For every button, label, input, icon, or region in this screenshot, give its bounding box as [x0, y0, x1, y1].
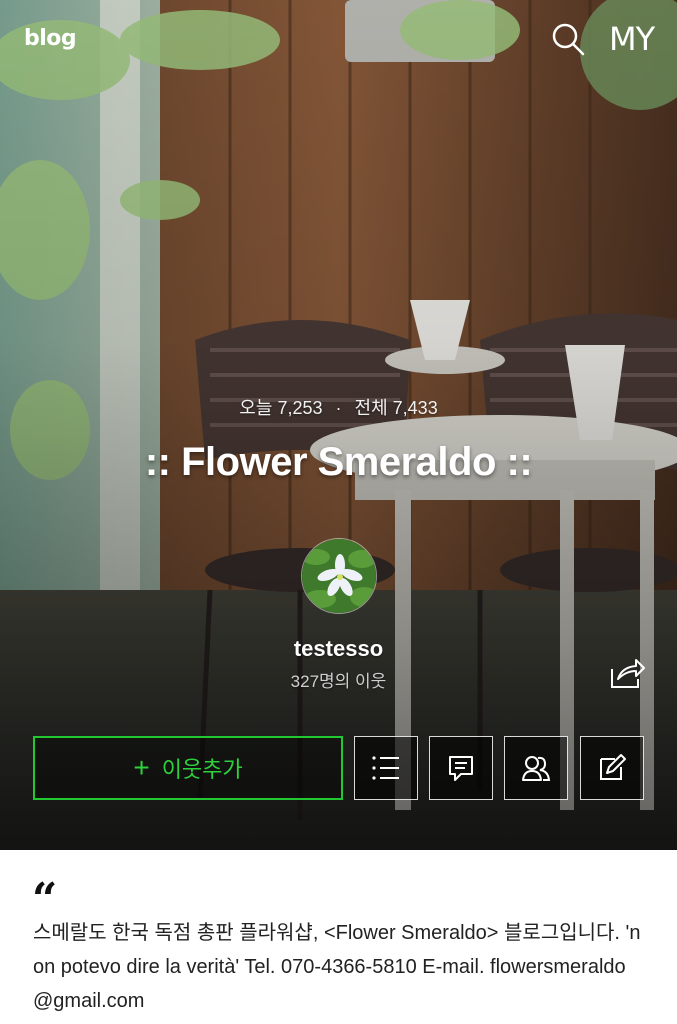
- search-button[interactable]: [551, 22, 585, 56]
- total-count: 7,433: [392, 398, 438, 418]
- share-icon: [611, 659, 645, 688]
- total-label: 전체: [354, 398, 388, 418]
- add-neighbor-button[interactable]: + 이웃추가: [33, 736, 343, 800]
- avatar[interactable]: [301, 538, 377, 614]
- add-neighbor-label: 이웃추가: [161, 757, 243, 782]
- plus-icon: +: [133, 752, 150, 783]
- post-list-button[interactable]: [354, 736, 418, 800]
- write-post-button[interactable]: [580, 736, 644, 800]
- visitor-stats: 오늘 7,253 · 전체 7,433: [0, 394, 677, 420]
- neighbor-count[interactable]: 327명의 이웃: [0, 667, 677, 692]
- blog-title: :: Flower Smeraldo ::: [144, 440, 533, 484]
- list-icon: [372, 756, 399, 780]
- my-button[interactable]: MY: [609, 20, 655, 58]
- write-icon: [600, 754, 626, 780]
- stats-separator: ·: [335, 398, 342, 418]
- neighbors-button[interactable]: [504, 736, 568, 800]
- blog-username[interactable]: testesso: [0, 636, 677, 662]
- guestbook-button[interactable]: [429, 736, 493, 800]
- blog-description: 스메랄도 한국 독점 총판 플라워샵, <Flower Smeraldo> 블로…: [33, 922, 641, 1012]
- cover-shade: [0, 0, 677, 850]
- share-button[interactable]: [608, 655, 646, 691]
- blog-cover: [0, 0, 677, 850]
- flower-avatar-image: [302, 539, 376, 613]
- comment-icon: [449, 756, 473, 781]
- people-icon: [522, 756, 551, 781]
- today-label: 오늘: [239, 398, 273, 418]
- blog-logo[interactable]: blog: [24, 26, 77, 51]
- search-icon: [552, 23, 585, 56]
- today-count: 7,253: [277, 398, 323, 418]
